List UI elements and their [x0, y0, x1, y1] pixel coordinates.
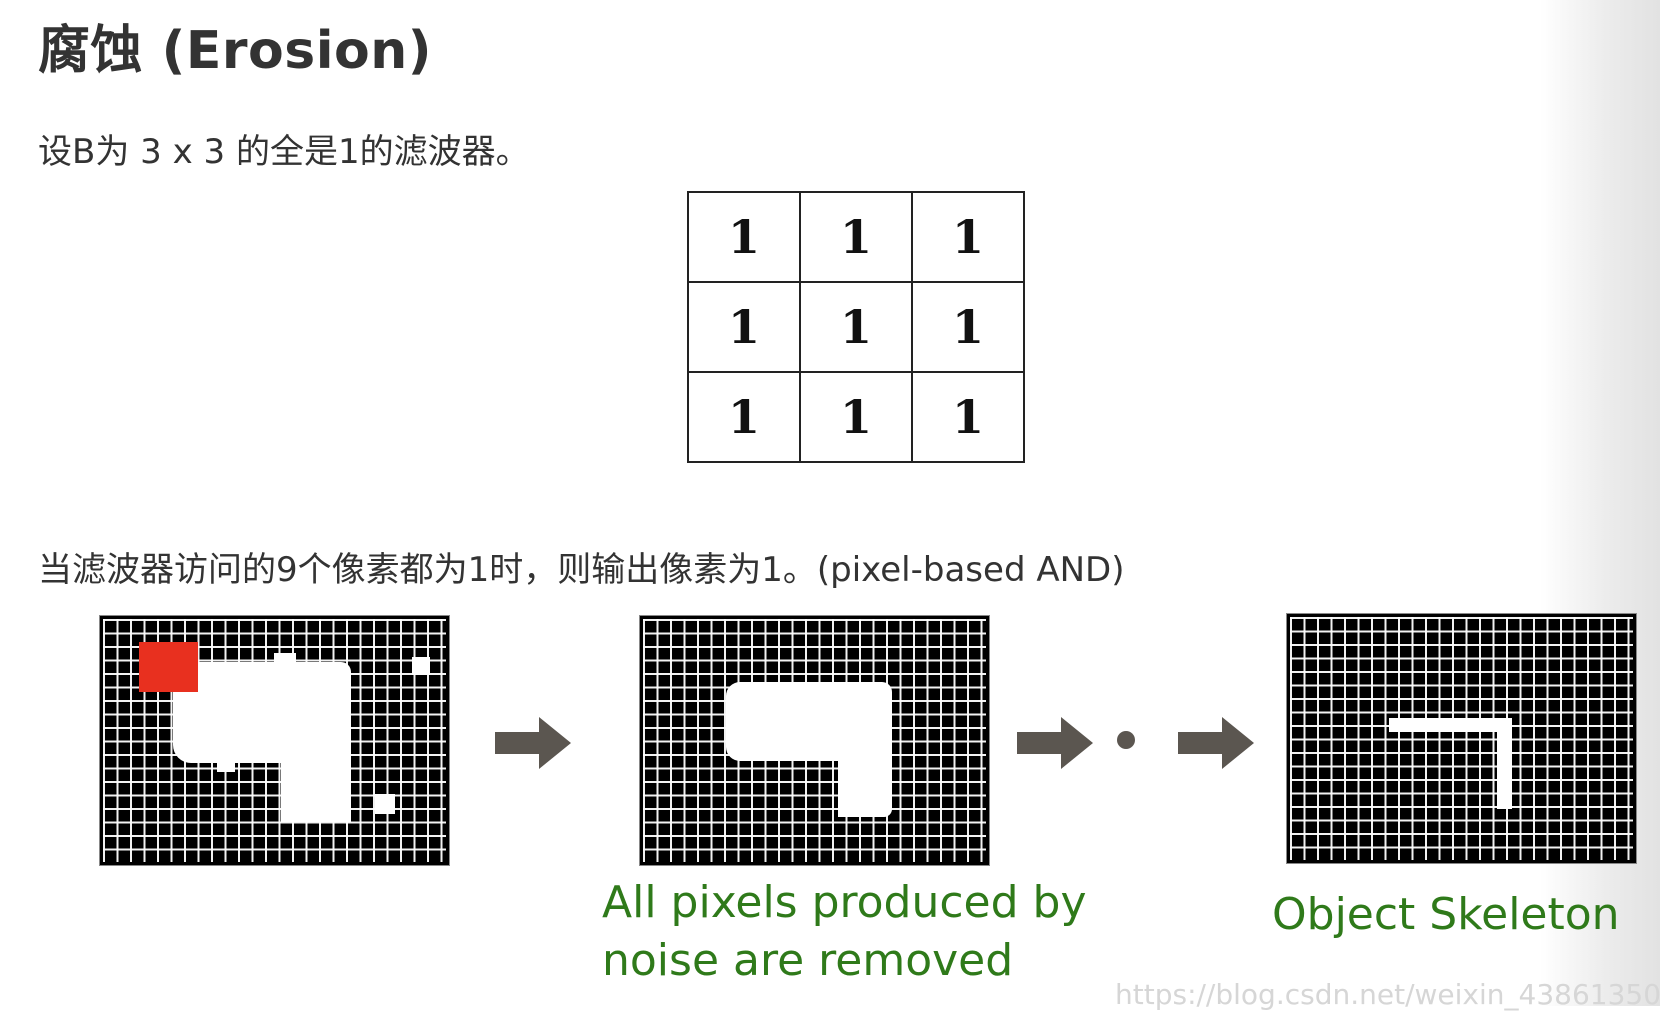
filter-window-highlight: [139, 642, 198, 692]
caption-line: noise are removed: [602, 935, 1014, 986]
original-image-grid: [100, 616, 449, 865]
paragraph-filter-definition: 设B为 3 x 3 的全是1的滤波器。: [38, 132, 530, 172]
page-heading: 腐蚀 (Erosion): [38, 21, 433, 81]
paragraph-and-rule: 当滤波器访问的9个像素都为1时，则输出像素为1。(pixel-based AND…: [38, 550, 1125, 590]
noise-pixel: [375, 794, 395, 814]
filter-cell: 1: [687, 371, 801, 463]
noise-bump: [274, 653, 296, 667]
object-shape: [281, 662, 351, 822]
filter-cell: 1: [911, 371, 1025, 463]
object-shape: [726, 682, 841, 761]
arrow-right-icon: [1017, 717, 1093, 769]
filter-row: 1 1 1: [687, 371, 1025, 463]
filter-cell: 1: [687, 191, 801, 283]
arrow-right-icon: [495, 717, 571, 769]
ellipsis-dot-icon: [1117, 731, 1135, 749]
eroded-image-grid: [640, 616, 989, 865]
object-shape: [838, 682, 892, 817]
filter-row: 1 1 1: [687, 191, 1025, 283]
skeleton-image-grid: [1287, 614, 1636, 863]
filter-cell: 1: [799, 191, 913, 283]
caption-object-skeleton: Object Skeleton: [1272, 889, 1620, 940]
arrow-right-icon: [1178, 717, 1254, 769]
filter-cell: 1: [911, 191, 1025, 283]
noise-bump: [217, 759, 235, 772]
filter-matrix: 1 1 1 1 1 1 1 1 1: [687, 191, 1025, 463]
caption-line: All pixels produced by: [602, 877, 1087, 928]
watermark-text: https://blog.csdn.net/weixin_43861350: [1115, 978, 1660, 1011]
skeleton-line: [1497, 718, 1512, 809]
filter-cell: 1: [799, 281, 913, 373]
filter-cell: 1: [911, 281, 1025, 373]
caption-noise-removed: All pixels produced by noise are removed: [602, 874, 1087, 990]
filter-cell: 1: [687, 281, 801, 373]
filter-row: 1 1 1: [687, 281, 1025, 373]
skeleton-line: [1389, 718, 1497, 732]
noise-pixel: [412, 657, 430, 675]
filter-cell: 1: [799, 371, 913, 463]
